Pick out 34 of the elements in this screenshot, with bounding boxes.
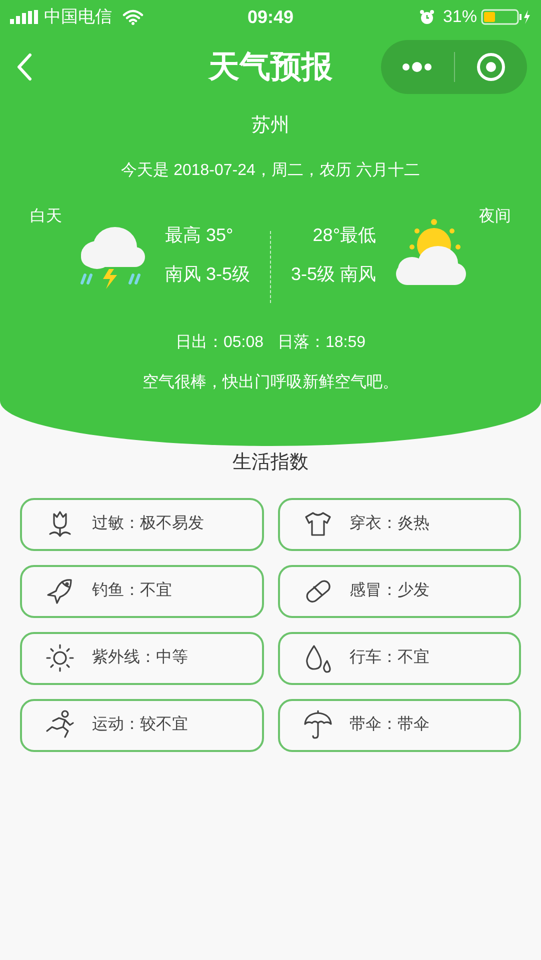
back-chevron-icon [16,53,32,81]
city-name: 苏州 [250,114,290,138]
sunrise-time: 日出：05:08 [175,332,264,352]
running-person-icon [44,709,76,741]
index-label: 行车：不宜 [350,648,430,668]
index-label: 穿衣：炎热 [350,514,430,534]
battery-charging-icon [481,9,531,25]
signal-icon [10,10,40,24]
carrier-name: 中国电信 [44,6,112,28]
clock-time: 09:49 [247,6,294,28]
sunset-time: 日落：18:59 [278,332,366,352]
index-label: 钓鱼：不宜 [92,580,172,601]
air-quality-advice: 空气很棒，快出门呼吸新鲜空气吧。 [142,372,400,392]
daytime-label: 白天 [30,206,62,226]
page-title: 天气预报 [208,48,332,86]
wifi-icon [122,9,144,25]
nighttime-label: 夜间 [479,206,511,226]
index-label: 运动：较不宜 [92,714,188,735]
battery-percentage: 31% [442,6,477,28]
index-label: 感冒：少发 [350,580,430,601]
wind-text: 南风 3-5级 [164,262,250,286]
umbrella-icon [302,709,334,741]
section-title: 生活指数 [232,451,310,475]
index-label: 带伞：带伞 [350,714,430,735]
index-label: 过敏：极不易发 [92,514,204,534]
high-temperature: 最高 35° [164,224,234,246]
alarm-clock-icon [418,9,435,25]
sun-icon [44,642,76,674]
wind-text: 3-5级 南风 [291,262,376,286]
more-dots-icon [401,62,434,72]
low-temperature: 28°最低 [312,224,376,246]
target-circle-icon [476,52,506,82]
date-text: 今天是 2018-07-24，周二，农历 六月十二 [120,160,421,180]
index-label: 紫外线：中等 [92,648,188,668]
